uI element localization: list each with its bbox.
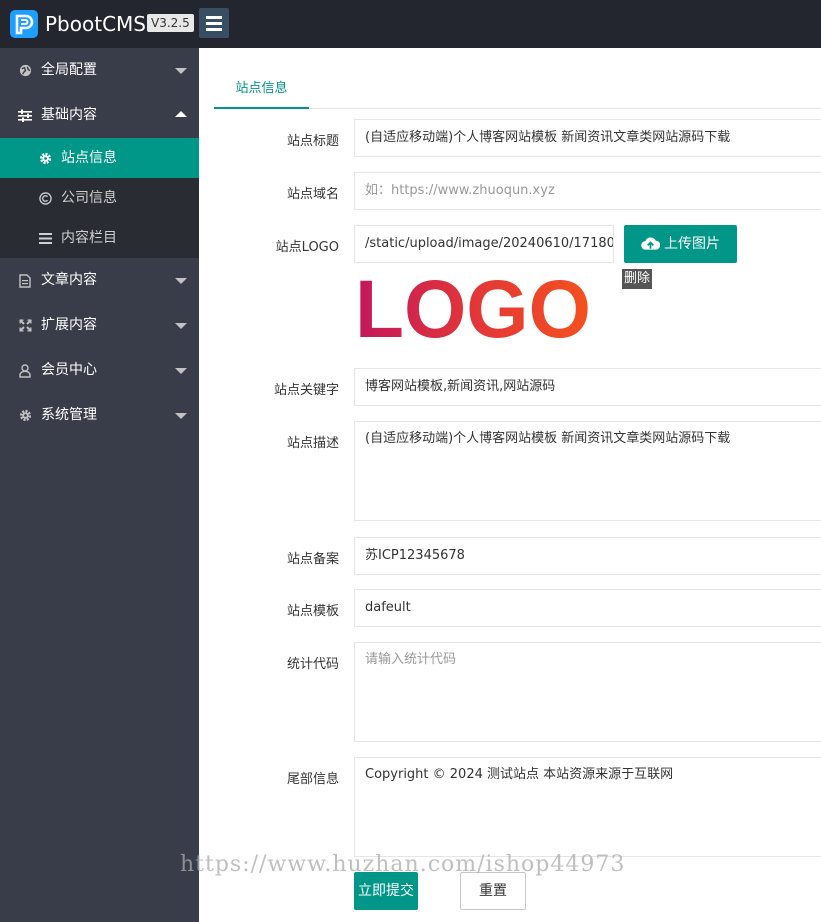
list-icon <box>38 218 52 258</box>
footer-info-label: 尾部信息 <box>286 772 339 787</box>
sidebar: 全局配置 基础内容 站点信息 公司信息 内容栏目 文章内容 扩展内容 会员中心 … <box>0 48 199 922</box>
site-description-label: 站点描述 <box>286 436 339 451</box>
main-content: 站点信息 站点标题 (自适应移动端)个人博客网站模板 新闻资讯文章类网站源码下载… <box>199 48 821 922</box>
hamburger-menu-icon[interactable] <box>199 8 229 38</box>
chevron-down-icon <box>175 68 187 74</box>
site-icp-input[interactable]: 苏ICP12345678 <box>354 537 821 575</box>
sidebar-subitem-site-info[interactable]: 站点信息 <box>0 138 199 178</box>
site-domain-label: 站点域名 <box>286 187 339 202</box>
svg-text:LOGO: LOGO <box>355 274 591 342</box>
sidebar-item-member-center[interactable]: 会员中心 <box>0 348 199 393</box>
sidebar-item-extended-content[interactable]: 扩展内容 <box>0 303 199 348</box>
top-bar: PbootCMS V3.2.5 <box>0 0 821 48</box>
footer-info-value: Copyright © 2024 测试站点 本站资源来源于互联网 <box>365 767 674 782</box>
site-title-input[interactable]: (自适应移动端)个人博客网站模板 新闻资讯文章类网站源码下载 <box>354 119 821 157</box>
upload-image-button[interactable]: 上传图片 <box>624 225 737 263</box>
site-logo-label: 站点LOGO <box>275 240 339 255</box>
expand-icon <box>18 303 32 348</box>
site-title-label: 站点标题 <box>286 134 339 149</box>
stats-code-label: 统计代码 <box>286 657 339 672</box>
chevron-down-icon <box>175 413 187 419</box>
document-icon <box>18 258 32 303</box>
sidebar-subitem-content-columns[interactable]: 内容栏目 <box>0 218 199 258</box>
gear-icon <box>38 138 52 178</box>
sidebar-subitem-label: 站点信息 <box>61 150 117 166</box>
chevron-down-icon <box>175 278 187 284</box>
site-description-textarea[interactable]: (自适应移动端)个人博客网站模板 新闻资讯文章类网站源码下载 <box>354 421 821 521</box>
sidebar-item-system-management[interactable]: 系统管理 <box>0 393 199 438</box>
site-title-value: (自适应移动端)个人博客网站模板 新闻资讯文章类网站源码下载 <box>365 130 731 145</box>
footer-info-textarea[interactable]: Copyright © 2024 测试站点 本站资源来源于互联网 <box>354 757 821 857</box>
sidebar-item-label: 基础内容 <box>41 107 97 123</box>
site-logo-path: /static/upload/image/20240610/1718009 <box>365 236 614 251</box>
upload-button-label: 上传图片 <box>664 236 720 252</box>
user-icon <box>18 348 32 393</box>
logo-preview-image: LOGO <box>355 274 591 342</box>
site-icp-value: 苏ICP12345678 <box>365 548 465 563</box>
site-domain-input[interactable]: 如：https://www.zhuoqun.xyz <box>354 172 821 210</box>
cloud-upload-icon <box>641 237 661 250</box>
chevron-down-icon <box>175 368 187 374</box>
site-description-value: (自适应移动端)个人博客网站模板 新闻资讯文章类网站源码下载 <box>365 431 731 446</box>
site-logo-input[interactable]: /static/upload/image/20240610/1718009 <box>354 225 614 263</box>
site-domain-placeholder: 如：https://www.zhuoqun.xyz <box>365 183 555 198</box>
reset-button[interactable]: 重置 <box>460 872 526 910</box>
site-keywords-label: 站点关键字 <box>273 383 339 398</box>
sidebar-item-label: 全局配置 <box>41 62 97 78</box>
sidebar-item-label: 扩展内容 <box>41 317 97 333</box>
site-template-value: dafeult <box>365 600 411 615</box>
delete-logo-button[interactable]: 删除 <box>622 269 653 289</box>
tab-bar: 站点信息 <box>214 72 821 109</box>
sidebar-item-global-config[interactable]: 全局配置 <box>0 48 199 93</box>
brand-name: PbootCMS <box>45 12 146 36</box>
site-keywords-input[interactable]: 博客网站模板,新闻资讯,网站源码 <box>354 368 821 406</box>
chevron-down-icon <box>175 323 187 329</box>
stats-code-textarea[interactable]: 请输入统计代码 <box>354 642 821 742</box>
stats-code-placeholder: 请输入统计代码 <box>365 652 457 667</box>
sliders-icon <box>18 93 32 138</box>
tab-site-info[interactable]: 站点信息 <box>214 72 309 109</box>
copyright-icon <box>38 178 52 218</box>
sidebar-item-label: 系统管理 <box>41 407 97 423</box>
site-template-label: 站点模板 <box>286 604 339 619</box>
sidebar-submenu: 站点信息 公司信息 内容栏目 <box>0 138 199 258</box>
submit-button[interactable]: 立即提交 <box>354 872 418 910</box>
sidebar-subitem-company-info[interactable]: 公司信息 <box>0 178 199 218</box>
pbootcms-logo-icon <box>10 10 38 38</box>
globe-icon <box>18 48 32 93</box>
chevron-up-icon <box>175 111 187 117</box>
sidebar-subitem-label: 公司信息 <box>61 190 117 206</box>
watermark: https://www.huzhan.com/ishop44973 <box>180 852 626 877</box>
cog-icon <box>18 393 32 438</box>
sidebar-item-article-content[interactable]: 文章内容 <box>0 258 199 303</box>
version-badge: V3.2.5 <box>147 14 194 32</box>
sidebar-item-basic-content[interactable]: 基础内容 <box>0 93 199 138</box>
sidebar-subitem-label: 内容栏目 <box>61 230 117 246</box>
sidebar-item-label: 会员中心 <box>41 362 97 378</box>
site-keywords-value: 博客网站模板,新闻资讯,网站源码 <box>365 379 556 394</box>
sidebar-item-label: 文章内容 <box>41 272 97 288</box>
site-template-input[interactable]: dafeult <box>354 589 821 627</box>
site-icp-label: 站点备案 <box>286 552 339 567</box>
